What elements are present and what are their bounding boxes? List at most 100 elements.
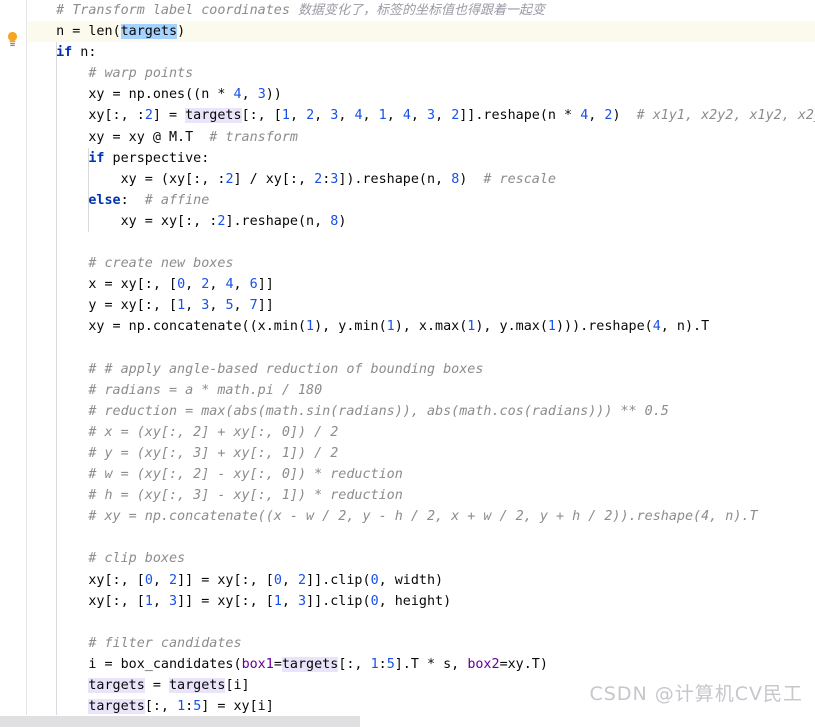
code-line[interactable]: # xy = np.concatenate((x - w / 2, y - h … (28, 506, 815, 527)
code-token: ]].reshape(n * (459, 108, 581, 124)
code-token: ]] = xy[:, [ (177, 593, 274, 609)
lightbulb-intention-icon[interactable] (6, 31, 19, 47)
code-line[interactable]: # y = (xy[:, 3] + xy[:, 1]) / 2 (28, 443, 815, 464)
code-token: ].T * s, (394, 656, 468, 672)
code-token: =xy.T) (499, 656, 548, 672)
code-token: 1 (378, 108, 387, 124)
code-line[interactable]: # create new boxes (28, 253, 815, 274)
code-token: , (362, 108, 379, 124)
code-line[interactable]: # radians = a * math.pi / 180 (28, 380, 815, 401)
code-token: 1 (177, 699, 186, 715)
code-token: targets (88, 678, 145, 693)
code-token: , (185, 277, 202, 293)
editor-gutter[interactable] (0, 0, 27, 715)
code-token: 3 (169, 593, 178, 609)
code-token: 1 (177, 298, 186, 314)
code-editor[interactable]: # Transform label coordinates 数据变化了，标签的坐… (0, 0, 815, 728)
code-token: targets (120, 24, 178, 40)
code-line[interactable]: xy = xy @ M.T # transform (28, 127, 815, 148)
code-line[interactable] (28, 612, 815, 633)
code-line[interactable]: if n: (28, 42, 815, 63)
code-token: 3 (257, 87, 266, 103)
code-token: 2 (306, 108, 315, 124)
code-line[interactable]: # clip boxes (28, 548, 815, 569)
code-token: 5 (225, 298, 234, 314)
code-line[interactable]: if perspective: (28, 148, 815, 169)
code-line[interactable] (28, 232, 815, 253)
code-line[interactable]: # reduction = max(abs(math.sin(radians))… (28, 401, 815, 422)
code-line[interactable]: else: # affine (28, 190, 815, 211)
code-token: if (88, 150, 105, 166)
code-token: , (338, 108, 355, 124)
code-line[interactable] (28, 527, 815, 548)
code-line[interactable]: x = xy[:, [0, 2, 4, 6]] (28, 274, 815, 295)
code-token: , (152, 593, 169, 609)
code-token: , height) (378, 593, 452, 609)
code-token: 1 (370, 656, 379, 672)
code-token: ) (338, 213, 347, 229)
code-token: ]).reshape(n, (338, 171, 452, 187)
indent-guide (88, 189, 90, 233)
code-token: 1 (144, 593, 153, 609)
code-token: xy = xy @ M.T (88, 129, 194, 145)
code-token: box2 (467, 656, 500, 672)
code-line[interactable]: # w = (xy[:, 2] - xy[:, 0]) * reduction (28, 464, 815, 485)
code-line[interactable]: xy = np.concatenate((x.min(1), y.min(1),… (28, 316, 815, 337)
code-line[interactable]: # x = (xy[:, 2] + xy[:, 0]) / 2 (28, 422, 815, 443)
horizontal-scrollbar-thumb[interactable] (0, 716, 360, 727)
code-token: 0 (144, 572, 153, 588)
code-line[interactable]: y = xy[:, [1, 3, 5, 7]] (28, 295, 815, 316)
code-token: 0 (370, 572, 379, 588)
code-token: # rescale (467, 171, 556, 187)
code-token: = (144, 678, 169, 693)
code-line[interactable]: # warp points (28, 63, 815, 84)
code-token: ) (177, 24, 186, 40)
code-token: # # apply angle-based reduction of bound… (88, 361, 484, 377)
code-token: if (56, 45, 73, 61)
code-token: [:, (338, 656, 371, 672)
code-line[interactable]: xy = np.ones((n * 4, 3)) (28, 84, 815, 105)
code-line[interactable]: # filter candidates (28, 633, 815, 654)
code-token: , (281, 593, 298, 609)
code-token: 1 (386, 319, 395, 335)
code-line[interactable]: xy = xy[:, :2].reshape(n, 8) (28, 211, 815, 232)
code-token: xy = np.concatenate((x.min( (88, 319, 307, 335)
code-line[interactable]: xy[:, [1, 3]] = xy[:, [1, 3]].clip(0, he… (28, 591, 815, 612)
code-line[interactable]: # h = (xy[:, 3] - xy[:, 1]) * reduction (28, 485, 815, 506)
code-line[interactable]: xy[:, :2] = targets[:, [1, 2, 3, 4, 1, 4… (28, 105, 815, 126)
code-token: xy = (xy[:, : (120, 171, 226, 187)
code-token: , (233, 277, 250, 293)
code-token: ]].clip( (306, 593, 371, 609)
code-line[interactable]: xy[:, [0, 2]] = xy[:, [0, 2]].clip(0, wi… (28, 570, 815, 591)
code-token: xy = xy[:, : (120, 213, 218, 229)
code-line[interactable] (28, 338, 815, 359)
code-line[interactable]: # Transform label coordinates 数据变化了，标签的坐… (28, 0, 815, 21)
code-line[interactable]: n = len(targets) (28, 21, 815, 43)
code-token: 1 (273, 593, 282, 609)
code-line[interactable]: xy = (xy[:, :2] / xy[:, 2:3]).reshape(n,… (28, 169, 815, 190)
code-token: ))).reshape( (555, 319, 653, 335)
code-token: , (152, 572, 169, 588)
code-token: ), y.min( (314, 319, 387, 335)
code-token: ] = xy[i] (201, 699, 274, 715)
code-content[interactable]: # Transform label coordinates 数据变化了，标签的坐… (28, 0, 815, 715)
horizontal-scrollbar-track[interactable] (0, 715, 815, 728)
code-token: # y = (xy[:, 3] + xy[:, 1]) / 2 (88, 445, 339, 461)
indent-guide (88, 147, 90, 190)
code-line[interactable]: i = box_candidates(box1=targets[:, 1:5].… (28, 654, 815, 675)
code-line[interactable]: # # apply angle-based reduction of bound… (28, 359, 815, 380)
code-token: x = xy[:, [ (88, 277, 178, 293)
indent-guide (56, 42, 58, 715)
code-token: 2 (225, 171, 234, 187)
